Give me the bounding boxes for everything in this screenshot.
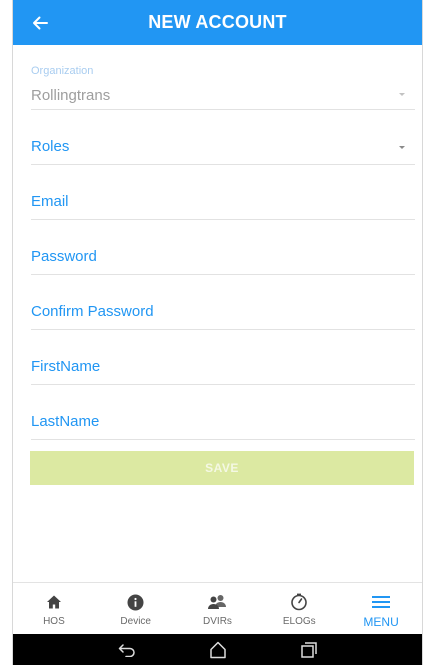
save-button[interactable]: SAVE xyxy=(30,451,414,485)
home-icon xyxy=(46,595,61,609)
roles-select[interactable]: Roles xyxy=(31,110,415,165)
tab-elogs[interactable]: ELOGs xyxy=(258,583,340,634)
bottom-tab-bar: HOS Device DVIRs ELOGs MENU xyxy=(13,582,422,634)
system-navigation-bar xyxy=(13,634,422,665)
first-name-label: FirstName xyxy=(31,358,101,375)
tab-dvirs[interactable]: DVIRs xyxy=(177,583,259,634)
last-name-label: LastName xyxy=(31,413,100,430)
confirm-password-label: Confirm Password xyxy=(31,303,154,320)
info-icon xyxy=(127,594,144,610)
tab-menu[interactable]: MENU xyxy=(340,583,422,634)
organization-select[interactable]: Organization Rollingtrans xyxy=(31,56,415,110)
last-name-field[interactable]: LastName xyxy=(31,385,415,440)
arrow-left-icon xyxy=(33,16,48,29)
users-icon xyxy=(208,595,227,609)
app-screen: NEW ACCOUNT Organization Rollingtrans Ro… xyxy=(12,0,423,665)
tab-label-elogs: ELOGs xyxy=(282,616,316,627)
confirm-password-field[interactable]: Confirm Password xyxy=(31,275,415,330)
system-recents-button[interactable] xyxy=(296,637,322,663)
password-field[interactable]: Password xyxy=(31,220,415,275)
system-back-button[interactable] xyxy=(114,637,140,663)
new-account-form: Organization Rollingtrans Roles Email Pa… xyxy=(31,56,415,440)
roles-label: Roles xyxy=(31,138,70,155)
recents-icon xyxy=(300,641,317,658)
chevron-down-icon xyxy=(399,93,405,96)
home-outline-icon xyxy=(209,641,226,658)
tab-label-hos: HOS xyxy=(43,616,65,627)
app-bar: NEW ACCOUNT xyxy=(13,0,422,45)
system-home-button[interactable] xyxy=(205,637,231,663)
tab-label-device: Device xyxy=(120,616,151,627)
timer-icon xyxy=(291,593,308,611)
chevron-down-icon xyxy=(399,146,405,149)
email-field[interactable]: Email xyxy=(31,165,415,220)
tab-hos[interactable]: HOS xyxy=(13,583,95,634)
back-button[interactable] xyxy=(27,0,53,45)
first-name-field[interactable]: FirstName xyxy=(31,330,415,385)
organization-label: Organization xyxy=(31,65,94,77)
email-label: Email xyxy=(31,193,69,210)
organization-value: Rollingtrans xyxy=(31,87,111,104)
password-label: Password xyxy=(31,248,97,265)
page-title: NEW ACCOUNT xyxy=(148,12,287,32)
tab-label-dvirs: DVIRs xyxy=(203,616,232,627)
tab-label-menu: MENU xyxy=(363,615,399,629)
tab-device[interactable]: Device xyxy=(95,583,177,634)
back-arrow-icon xyxy=(118,643,135,657)
hamburger-menu-icon xyxy=(372,596,391,608)
